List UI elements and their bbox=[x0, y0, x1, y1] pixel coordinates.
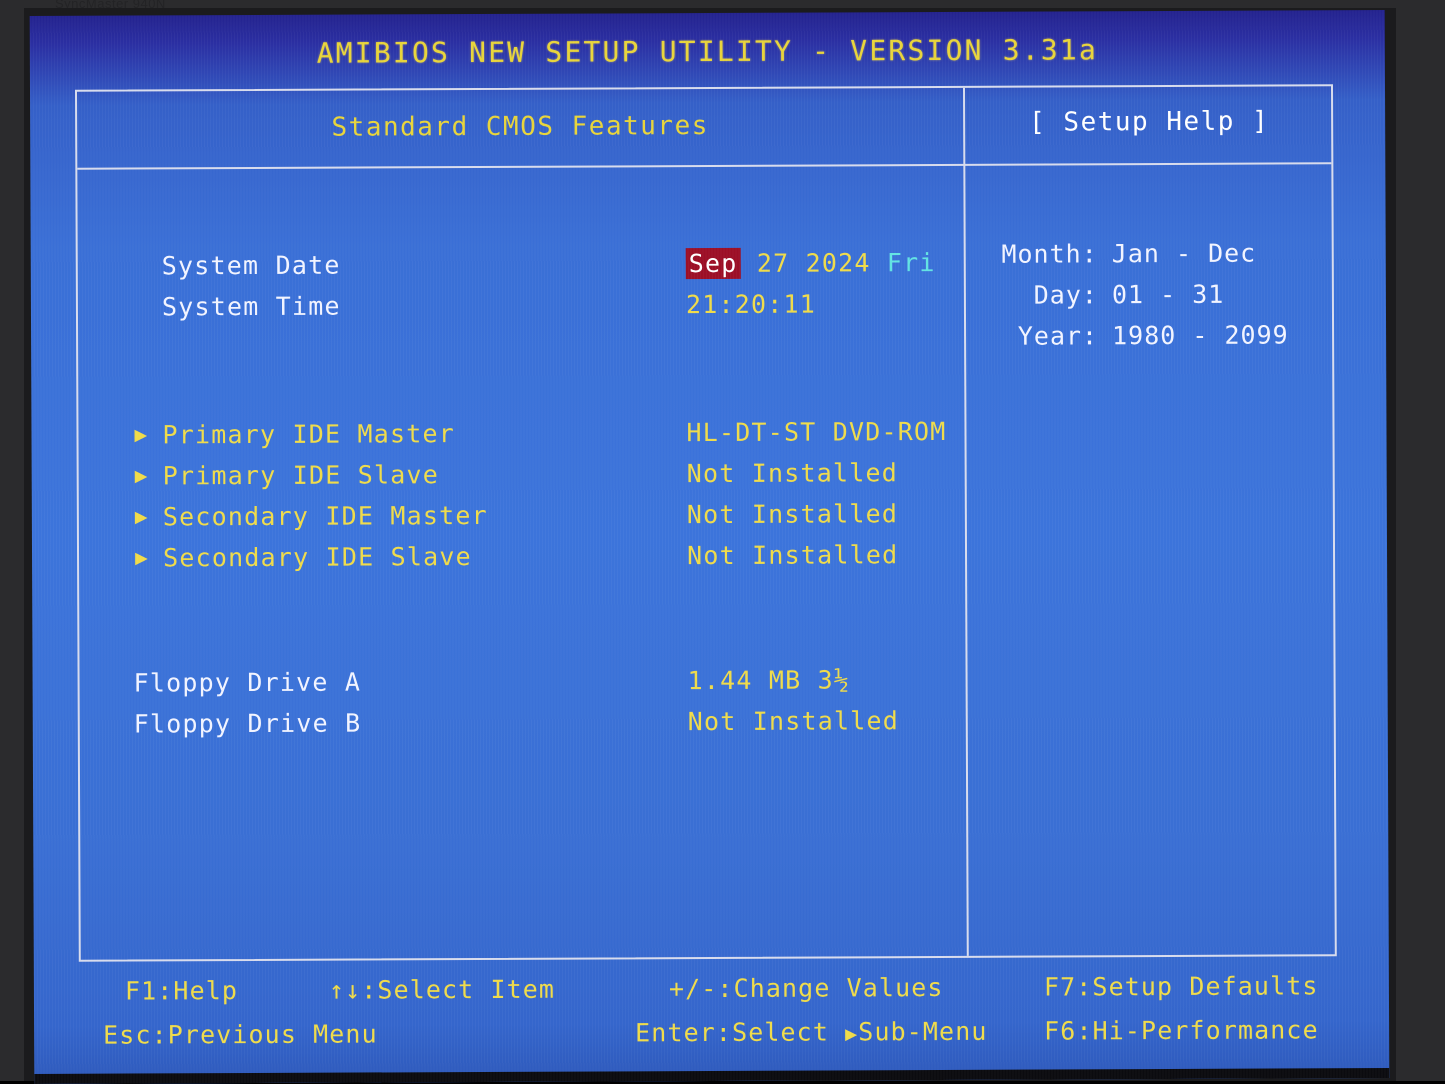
submenu-arrow-icon: ▶ bbox=[134, 545, 148, 570]
floppy-drive-b-value[interactable]: Not Installed bbox=[688, 700, 899, 742]
row-floppy-drive-a[interactable]: Floppy Drive A 1.44 MB 3½ bbox=[79, 659, 965, 704]
system-date-year-field[interactable]: 2024 bbox=[806, 248, 871, 277]
key-legend: F1:Help ↑↓:Select Item +/-:Change Values… bbox=[79, 965, 1369, 1071]
row-system-time[interactable]: System Time 21:20:11 bbox=[78, 283, 964, 328]
help-month-value: Jan - Dec bbox=[1111, 238, 1257, 269]
help-day-value: 01 - 31 bbox=[1111, 279, 1225, 310]
system-date-day-field[interactable]: 27 bbox=[757, 249, 790, 278]
help-row-year: Year: 1980 - 2099 bbox=[966, 314, 1306, 356]
setup-help-title: [ Setup Help ] bbox=[1029, 106, 1270, 138]
floppy-drive-a-label: Floppy Drive A bbox=[133, 667, 362, 698]
primary-ide-slave-label: Primary IDE Slave bbox=[162, 460, 440, 491]
row-system-date[interactable]: System Date Sep 27 2024 Fri bbox=[78, 242, 964, 287]
system-time-label: System Time bbox=[161, 291, 341, 322]
legend-setup-defaults[interactable]: F7:Setup Defaults bbox=[1044, 971, 1319, 1001]
setup-help-panel: Month: Jan - Dec Day: 01 - 31 Year: 1980… bbox=[965, 164, 1336, 956]
legend-enter-select-submenu: Enter:Select ▶Sub-Menu bbox=[635, 1017, 987, 1048]
legend-select-item: ↑↓:Select Item bbox=[328, 974, 556, 1005]
help-row-month: Month: Jan - Dec bbox=[966, 232, 1306, 274]
system-date-value[interactable]: Sep 27 2024 Fri bbox=[685, 242, 936, 284]
row-secondary-ide-master[interactable]: ▶ Secondary IDE Master Not Installed bbox=[79, 493, 965, 538]
system-date-weekday: Fri bbox=[886, 248, 936, 278]
legend-hi-performance[interactable]: F6:Hi-Performance bbox=[1044, 1015, 1319, 1045]
crt-monitor: SyncMaster 940N AMIBIOS NEW SETUP UTILIT… bbox=[0, 0, 1445, 1084]
settings-list: System Date Sep 27 2024 Fri System Time … bbox=[77, 166, 966, 960]
help-row-day: Day: 01 - 31 bbox=[966, 273, 1306, 315]
row-floppy-drive-b[interactable]: Floppy Drive B Not Installed bbox=[80, 700, 966, 745]
legend-enter-select-text: Enter:Select bbox=[635, 1017, 830, 1048]
row-primary-ide-master[interactable]: ▶ Primary IDE Master HL-DT-ST DVD-ROM bbox=[78, 411, 964, 456]
frame-header: Standard CMOS Features [ Setup Help ] bbox=[77, 86, 1332, 170]
submenu-arrow-icon: ▶ bbox=[134, 463, 148, 488]
primary-ide-master-value: HL-DT-ST DVD-ROM bbox=[686, 416, 947, 448]
section-title: Standard CMOS Features bbox=[331, 110, 709, 143]
legend-f1-help[interactable]: F1:Help bbox=[125, 976, 238, 1005]
help-year-key: Year: bbox=[1017, 321, 1099, 351]
help-day-key: Day: bbox=[1033, 280, 1098, 310]
secondary-ide-slave-value: Not Installed bbox=[686, 540, 899, 571]
submenu-arrow-icon: ▶ bbox=[845, 1021, 859, 1046]
system-date-month-field[interactable]: Sep bbox=[685, 247, 741, 280]
row-secondary-ide-slave[interactable]: ▶ Secondary IDE Slave Not Installed bbox=[79, 534, 965, 579]
page-title: AMIBIOS NEW SETUP UTILITY - VERSION 3.31… bbox=[316, 33, 1099, 70]
secondary-ide-slave-label: Secondary IDE Slave bbox=[162, 542, 472, 573]
setup-frame: Standard CMOS Features [ Setup Help ] Sy… bbox=[74, 84, 1337, 962]
legend-esc-previous[interactable]: Esc:Previous Menu bbox=[103, 1019, 378, 1049]
help-year-value: 1980 - 2099 bbox=[1112, 320, 1289, 351]
secondary-ide-master-value: Not Installed bbox=[686, 499, 899, 530]
primary-ide-master-label: Primary IDE Master bbox=[162, 419, 456, 450]
system-time-value[interactable]: 21:20:11 bbox=[686, 284, 816, 326]
submenu-arrow-icon: ▶ bbox=[134, 504, 148, 529]
legend-change-values: +/-:Change Values bbox=[668, 972, 944, 1004]
primary-ide-slave-value: Not Installed bbox=[686, 458, 899, 489]
screen-bottom-edge bbox=[34, 1068, 1390, 1084]
help-month-key: Month: bbox=[1001, 239, 1098, 269]
floppy-drive-b-label: Floppy Drive B bbox=[133, 708, 362, 739]
system-date-label: System Date bbox=[161, 250, 341, 281]
submenu-arrow-icon: ▶ bbox=[134, 422, 148, 447]
floppy-drive-a-value[interactable]: 1.44 MB 3½ bbox=[687, 659, 851, 701]
row-primary-ide-slave[interactable]: ▶ Primary IDE Slave Not Installed bbox=[79, 452, 965, 497]
secondary-ide-master-label: Secondary IDE Master bbox=[162, 500, 488, 532]
legend-sub-menu-text: Sub-Menu bbox=[858, 1016, 988, 1047]
bios-screen: AMIBIOS NEW SETUP UTILITY - VERSION 3.31… bbox=[29, 10, 1390, 1084]
